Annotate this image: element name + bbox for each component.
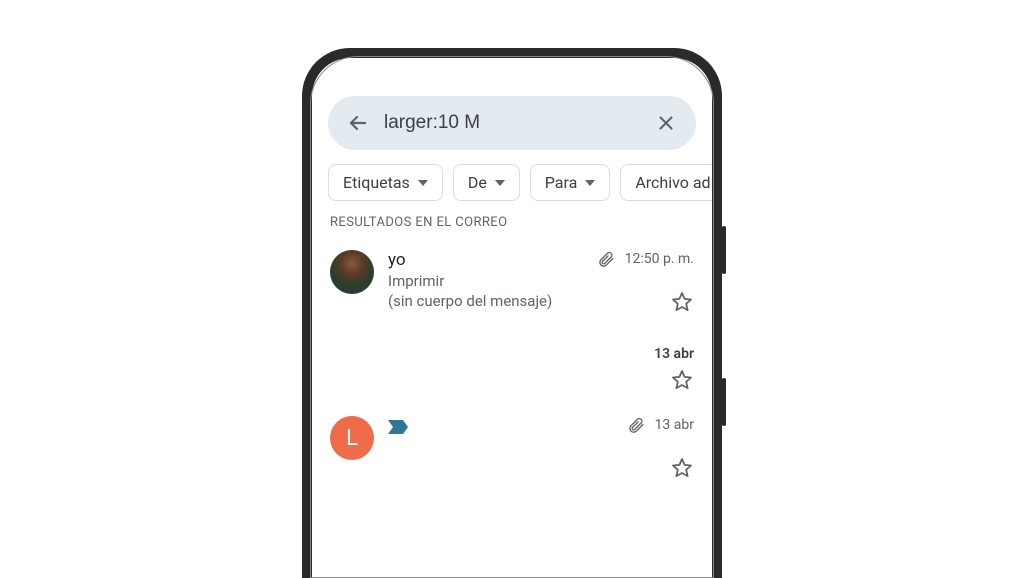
avatar-placeholder xyxy=(330,346,374,392)
email-subject: Imprimir xyxy=(388,272,694,290)
phone-side-button xyxy=(722,226,726,274)
time-label: 12:50 p. m. xyxy=(625,251,694,267)
clear-icon[interactable] xyxy=(652,109,680,137)
avatar[interactable]: L xyxy=(330,416,374,460)
chevron-down-icon xyxy=(585,180,595,186)
email-snippet: (sin cuerpo del mensaje) xyxy=(388,292,552,310)
chip-label: Etiquetas xyxy=(343,173,410,192)
chevron-down-icon xyxy=(418,180,428,186)
star-icon[interactable] xyxy=(670,456,694,480)
email-item[interactable]: L 13 abr xyxy=(312,398,712,486)
phone-frame: Etiquetas De Para Archivo ad RESULTADOS … xyxy=(302,48,722,578)
chip-label: Archivo ad xyxy=(635,173,710,192)
filter-chip-etiquetas[interactable]: Etiquetas xyxy=(328,164,443,201)
avatar[interactable] xyxy=(330,250,374,294)
email-item[interactable]: yo 12:50 p. m. Imprimir (sin cuerpo del … xyxy=(312,240,712,320)
attachment-icon xyxy=(627,416,645,434)
phone-screen: Etiquetas De Para Archivo ad RESULTADOS … xyxy=(312,58,712,578)
email-item[interactable]: 13 abr xyxy=(312,320,712,398)
filter-chips-row: Etiquetas De Para Archivo ad xyxy=(312,164,712,215)
avatar-letter: L xyxy=(346,426,358,451)
time-label: 13 abr xyxy=(654,346,694,362)
back-icon[interactable] xyxy=(344,109,372,137)
filter-chip-para[interactable]: Para xyxy=(530,164,611,201)
attachment-icon xyxy=(597,250,615,268)
section-header: RESULTADOS EN EL CORREO xyxy=(312,215,712,240)
time-label: 13 abr xyxy=(655,417,694,433)
filter-chip-de[interactable]: De xyxy=(453,164,520,201)
status-bar xyxy=(312,70,712,88)
star-icon[interactable] xyxy=(670,290,694,314)
chip-label: De xyxy=(468,173,487,192)
label-bookmark-icon xyxy=(388,420,408,434)
star-icon[interactable] xyxy=(670,368,694,392)
sender-name: yo xyxy=(388,250,406,270)
phone-side-button xyxy=(722,378,726,426)
search-input[interactable] xyxy=(384,112,644,134)
chip-label: Para xyxy=(545,173,578,192)
chevron-down-icon xyxy=(495,180,505,186)
search-bar xyxy=(328,96,696,150)
filter-chip-archivo[interactable]: Archivo ad xyxy=(620,164,712,201)
